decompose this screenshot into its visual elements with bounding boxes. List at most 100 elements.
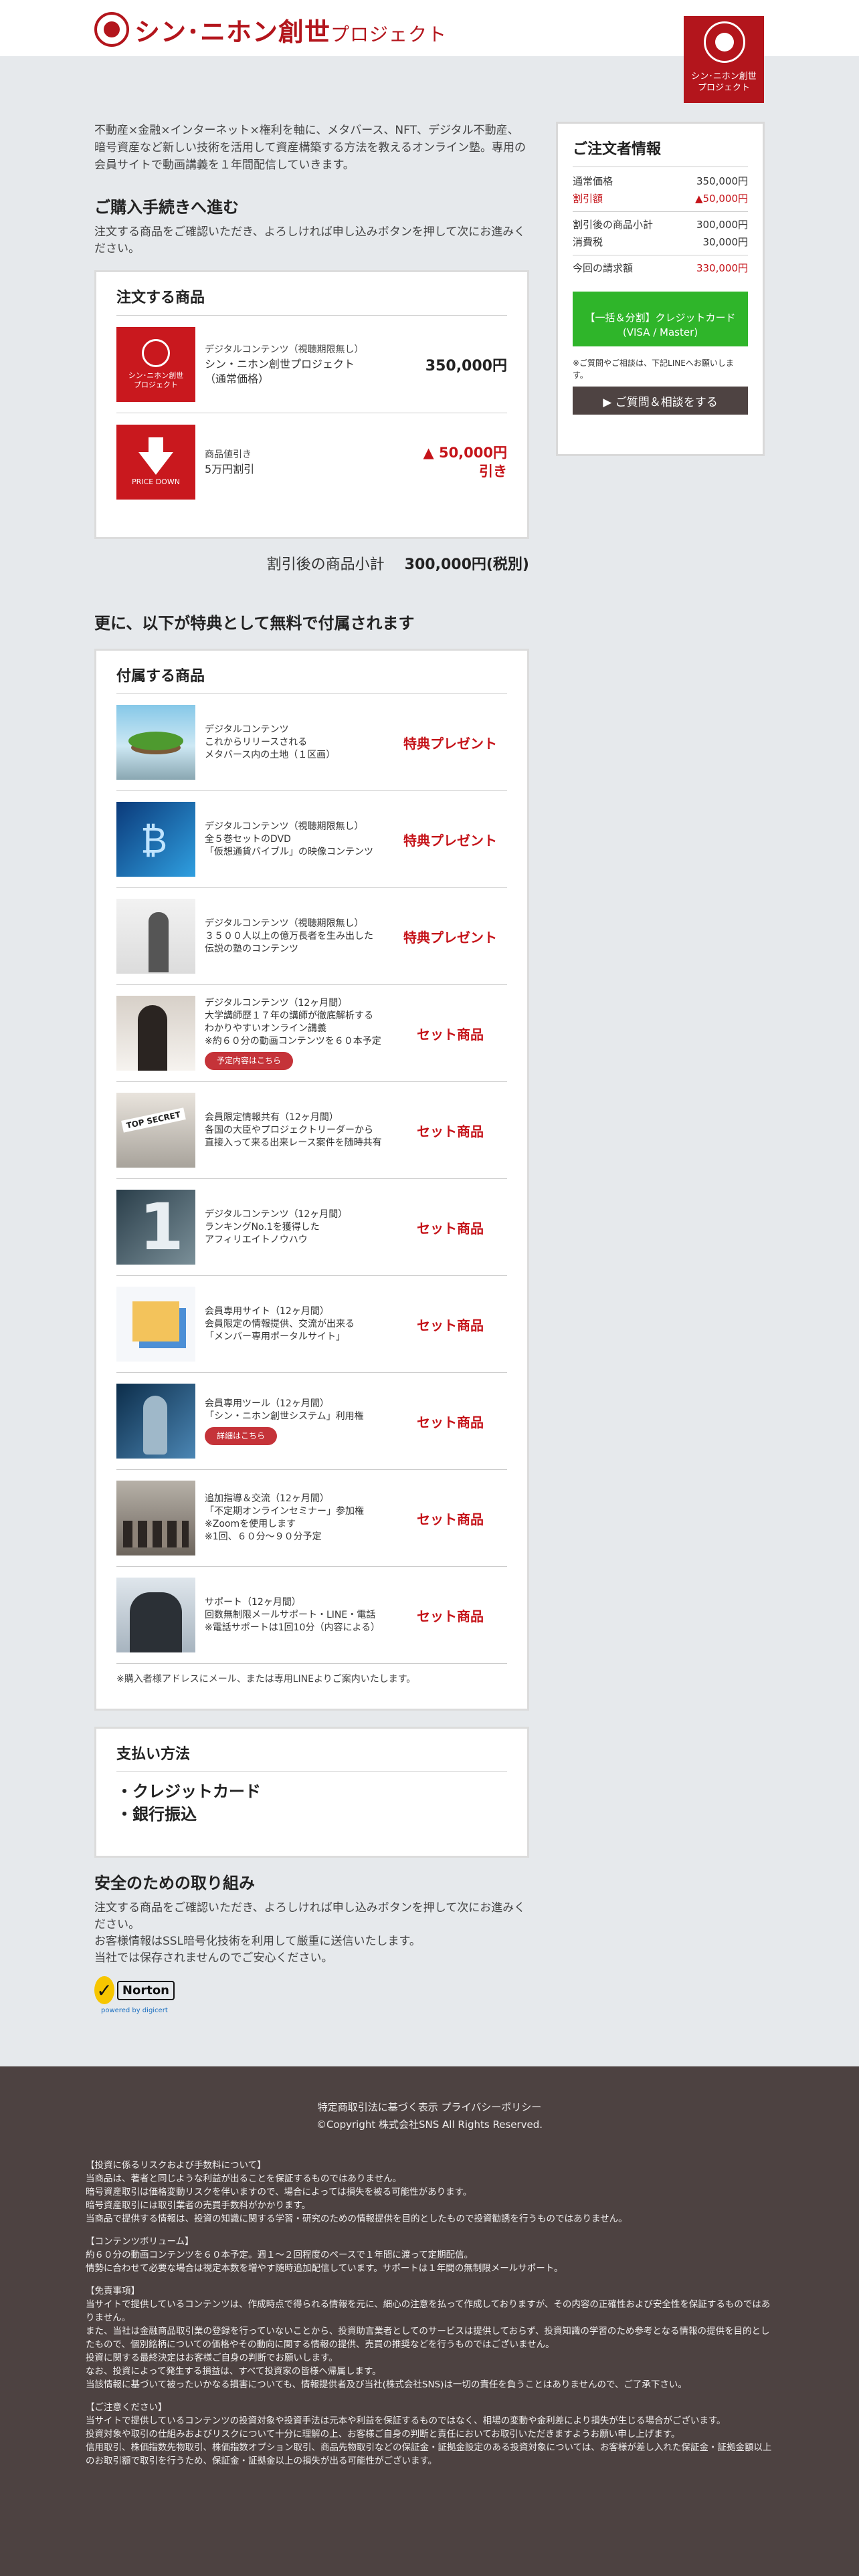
bonus-line: 直接入って来る出来レース案件を随時共有	[205, 1137, 382, 1148]
bonus-item: 会員限定情報共有（12ヶ月間） 各国の大臣やプロジェクトリーダーから 直接入って…	[116, 1082, 507, 1179]
safety-line3: 当社では保存されませんのでご安心ください。	[94, 1951, 333, 1965]
main-column: 不動産×金融×インターネット×権利を軸に、メタバース、NFT、デジタル不動産、暗…	[94, 122, 529, 2014]
summary-row-total: 今回の請求額 330,000円	[573, 259, 748, 277]
bonus-line: ３５００人以上の億万長者を生み出した	[205, 930, 373, 942]
site-footer: 特定商取引法に基づく表示 プライバシーポリシー ©Copyright 株式会社S…	[0, 2066, 859, 2576]
bonus-line: ※電話サポートは1回10分（内容による）	[205, 1622, 381, 1633]
payment-method-credit: ・クレジットカード	[116, 1782, 261, 1801]
schedule-details-button[interactable]: 予定内容はこちら	[205, 1051, 294, 1070]
bonus-line: ※1回、６０分〜９０分予定	[205, 1531, 322, 1542]
summary-value: ▲50,000円	[694, 193, 748, 205]
badge-line2: プロジェクト	[697, 83, 750, 93]
bonus-line: サポート（12ヶ月間）	[205, 1596, 301, 1608]
footer-section-title: 【ご注意ください】	[86, 2402, 167, 2413]
bonus-line: 「シン・ニホン創世システム」利用権	[205, 1410, 364, 1422]
subtotal-line: 割引後の商品小計 300,000円(税別)	[94, 552, 529, 574]
bonus-line: ランキングNo.1を獲得した	[205, 1221, 320, 1232]
summary-row-discount: 割引額 ▲50,000円	[573, 190, 748, 207]
ask-question-button[interactable]: ▶ ご質問＆相談をする	[573, 387, 748, 415]
item-line2: シン・ニホン創世プロジェクト	[205, 357, 355, 370]
sidebar-note: ※ご質問やご相談は、下記LINEへお願いします。	[573, 358, 734, 380]
bonus-line: アフィリエイトノウハウ	[205, 1234, 308, 1245]
order-item: シン･ニホン創世 プロジェクト デジタルコンテンツ（視聴期限無し） シン・ニホン…	[116, 316, 507, 413]
bonus-label: セット商品	[417, 1026, 484, 1043]
summary-label: 消費税	[573, 236, 603, 248]
bonus-item: デジタルコンテンツ（視聴期限無し） ３５００人以上の億万長者を生み出した 伝説の…	[116, 888, 507, 985]
bonus-line: 全５巻セットのDVD	[205, 833, 291, 845]
bonus-label: セット商品	[417, 1317, 484, 1333]
bonus-line: メタバース内の土地（１区画）	[205, 749, 336, 760]
bonus-line: 追加指導＆交流（12ヶ月間）	[205, 1493, 329, 1504]
bonus-label: 特典プレゼント	[403, 832, 497, 849]
product-thumbnail: シン･ニホン創世 プロジェクト	[116, 326, 195, 402]
system-tool-image	[116, 1384, 195, 1459]
summary-value: 300,000円	[696, 219, 748, 231]
footer-line: また、当社は金融商品取引業の登録を行っていないことから、投資助言業者としてのサー…	[86, 2326, 770, 2350]
bonus-line: これからリリースされる	[205, 736, 308, 748]
thumb-label: PRICE DOWN	[132, 477, 180, 486]
footer-line: 当商品で提供する情報は、投資の知識に関する学習・研究のための情報提供を目的とした…	[86, 2214, 628, 2224]
bonus-card: 付属する商品 デジタルコンテンツ これからリリースされる メタバース内の土地（１…	[94, 649, 529, 1711]
footer-links[interactable]: 特定商取引法に基づく表示 プライバシーポリシー	[0, 2099, 859, 2116]
bonus-label: セット商品	[417, 1220, 484, 1237]
summary-label: 今回の請求額	[573, 262, 634, 274]
bonus-line: ※約６０分の動画コンテンツを６０本予定	[205, 1035, 381, 1047]
footer-disclaimer: 【投資に係るリスクおよび手数料について】 当商品は、著者と同じような利益が出るこ…	[86, 2159, 775, 2477]
order-item-discount: PRICE DOWN 商品値引き 5万円割引 ▲ 50,000円引き	[116, 413, 507, 511]
summary-label: 通常価格	[573, 175, 613, 187]
bonus-item: デジタルコンテンツ（12ヶ月間） ランキングNo.1を獲得した アフィリエイトノ…	[116, 1179, 507, 1276]
safety-heading: 安全のための取り組み	[94, 1874, 255, 1893]
thumb-line2: プロジェクト	[134, 380, 178, 389]
purchase-heading: ご購入手続きへ進む	[94, 198, 239, 217]
payment-method-bank: ・銀行振込	[116, 1805, 197, 1824]
emblem-icon	[142, 338, 170, 367]
pay-button-line1: 【一括＆分割】クレジットカード	[585, 312, 736, 324]
order-item-text: 商品値引き 5万円割引	[195, 447, 420, 477]
bonus-line: 会員限定情報共有（12ヶ月間）	[205, 1111, 339, 1123]
norton-seal[interactable]: ✓ Norton powered by digicert	[94, 1976, 175, 2020]
bonus-line: デジタルコンテンツ（12ヶ月間）	[205, 1208, 348, 1220]
footer-line: 当サイトで提供しているコンテンツは、作成時点で得られる情報を元に、細心の注意を払…	[86, 2299, 771, 2323]
item-line1: 商品値引き	[205, 449, 252, 460]
bonus-line: わかりやすいオンライン講義	[205, 1023, 326, 1034]
item-line2: 5万円割引	[205, 463, 255, 475]
summary-value: 30,000円	[702, 236, 749, 248]
top-secret-image	[116, 1093, 195, 1168]
bonus-item: デジタルコンテンツ（視聴期限無し） 全５巻セットのDVD 「仮想通貨バイブル」の…	[116, 791, 507, 888]
order-item-text: デジタルコンテンツ（視聴期限無し） シン・ニホン創世プロジェクト （通常価格）	[195, 342, 420, 387]
bonus-heading: 更に、以下が特典として無料で付属されます	[94, 614, 415, 633]
support-staff-image	[116, 1578, 195, 1652]
discount-amount: ▲ 50,000円引き	[423, 445, 508, 479]
item-price: 350,000円	[425, 357, 507, 374]
safety-section: 安全のための取り組み 注文する商品をご確認いただき、よろしければ申し込みボタンを…	[94, 1870, 529, 2020]
system-details-button[interactable]: 詳細はこちら	[205, 1426, 278, 1445]
summary-row-tax: 消費税 30,000円	[573, 233, 748, 251]
footer-line: 当サイトで提供しているコンテンツの投資対象や投資手法は元本や利益を保証するもので…	[86, 2416, 726, 2426]
portal-site-image	[116, 1287, 195, 1362]
credit-card-pay-button[interactable]: 【一括＆分割】クレジットカード (VISA / Master)	[573, 292, 748, 346]
subtotal-value: 300,000円(税別)	[404, 556, 529, 573]
order-card: 注文する商品 シン･ニホン創世 プロジェクト デジタルコンテンツ（視聴期限無し）…	[94, 270, 529, 539]
footer-section-title: 【免責事項】	[86, 2286, 140, 2296]
bonus-item: デジタルコンテンツ これからリリースされる メタバース内の土地（１区画） 特典プ…	[116, 694, 507, 791]
price-down-thumbnail: PRICE DOWN	[116, 425, 195, 500]
item-line1: デジタルコンテンツ（視聴期限無し）	[205, 344, 364, 355]
bonus-line: 伝説の塾のコンテンツ	[205, 943, 298, 954]
site-logo[interactable]: シン･ニホン創世プロジェクト	[94, 9, 447, 49]
footer-line: 投資に関する最終決定はお客様ご自身の判断でお願いします。	[86, 2353, 338, 2363]
logo-suffix: プロジェクト	[330, 23, 448, 45]
payment-card: 支払い方法 ・クレジットカード ・銀行振込	[94, 1727, 529, 1858]
summary-value: 350,000円	[696, 175, 748, 187]
bonus-line: 会員限定の情報提供、交流が出来る	[205, 1318, 355, 1329]
safety-line2: お客様情報はSSL暗号化技術を利用して厳重に送信いたします。	[94, 1935, 421, 1948]
footer-line: 当該情報に基づいて被ったいかなる損害についても、情報提供者及び当社(株式会社SN…	[86, 2379, 687, 2390]
subtotal-label: 割引後の商品小計	[266, 556, 385, 573]
summary-row-subtotal: 割引後の商品小計 300,000円	[573, 216, 748, 233]
summary-value: 330,000円	[696, 262, 748, 274]
bonus-line: 回数無制限メールサポート・LINE・電話	[205, 1609, 376, 1620]
bonus-line: ※Zoomを使用します	[205, 1519, 296, 1529]
bonus-line: デジタルコンテンツ	[205, 724, 289, 735]
lecturer-image	[116, 996, 195, 1071]
down-arrow-icon	[149, 437, 163, 452]
bonus-item: サポート（12ヶ月間） 回数無制限メールサポート・LINE・電話 ※電話サポート…	[116, 1567, 507, 1664]
